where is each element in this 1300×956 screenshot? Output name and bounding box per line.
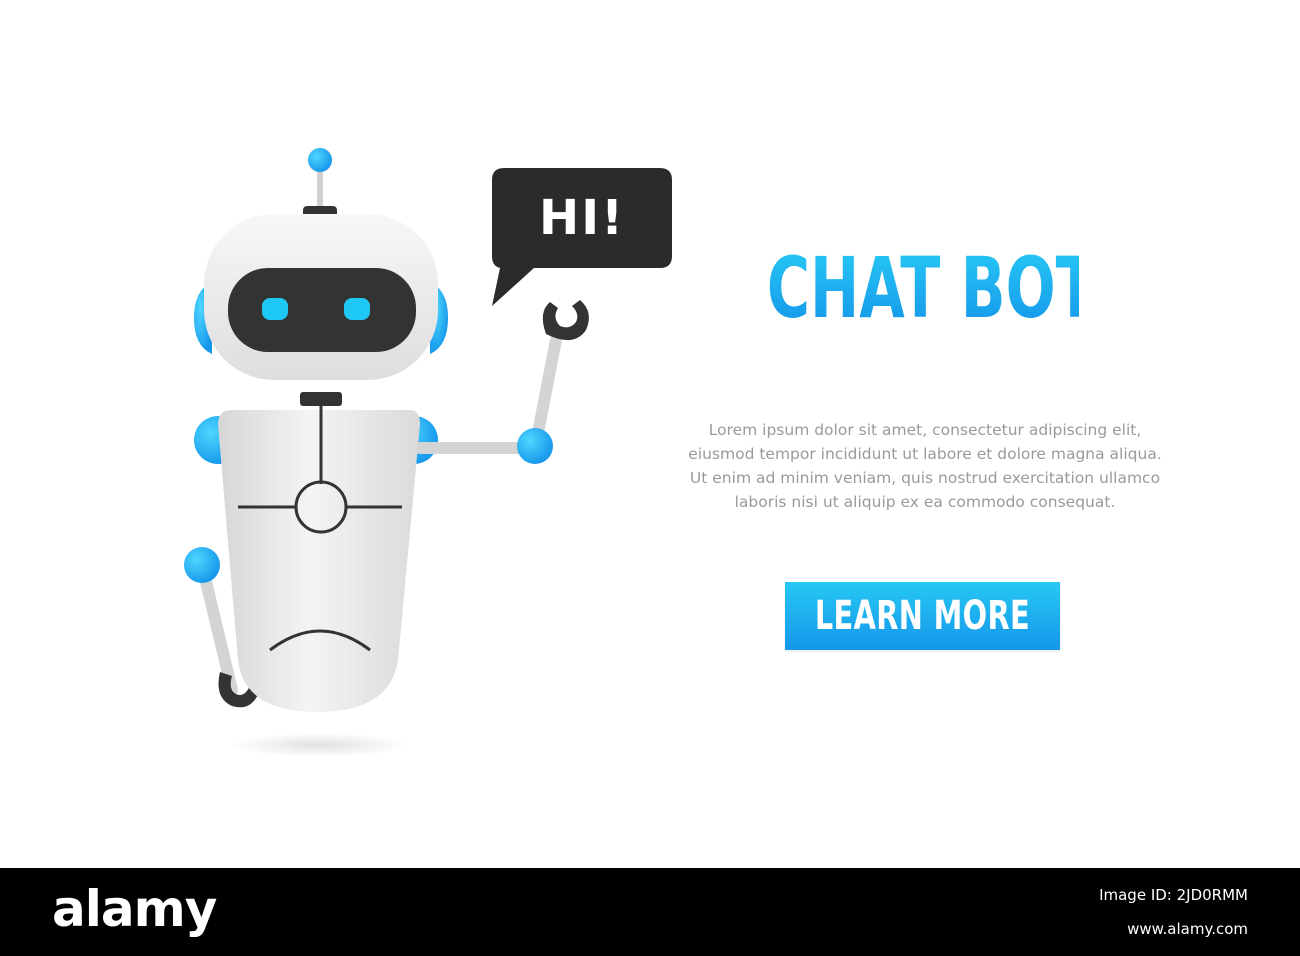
- robot-shadow: [228, 733, 408, 757]
- body-text-line: Lorem ipsum dolor sit amet, consectetur …: [708, 421, 1142, 439]
- right-eye-icon: [344, 298, 370, 320]
- learn-more-button[interactable]: LEARN MORE: [785, 582, 1060, 650]
- site-link[interactable]: www.alamy.com: [1099, 912, 1248, 946]
- alamy-logo[interactable]: alamy: [52, 880, 217, 938]
- chatbot-banner: HI! CHAT BOT Lorem ipsum dolor sit amet,…: [0, 0, 1300, 868]
- left-eye-icon: [262, 298, 288, 320]
- body-text-line: Ut enim ad minim veniam, quis nostrud ex…: [689, 469, 1161, 487]
- page-title: CHAT BOT: [766, 239, 1096, 337]
- body-text-line: eiusmod tempor incididunt ut labore et d…: [688, 445, 1162, 463]
- robot-body: [218, 410, 420, 712]
- robot-face-screen: [228, 268, 416, 352]
- right-claw-icon: [542, 300, 589, 341]
- antenna-icon: [303, 148, 337, 220]
- body-text: Lorem ipsum dolor sit amet, consectetur …: [660, 418, 1190, 514]
- speech-bubble-text: HI!: [539, 190, 625, 246]
- image-id-label: Image ID: 2JD0RMM: [1099, 886, 1248, 904]
- body-text-line: laboris nisi ut aliquip ex ea commodo co…: [734, 493, 1116, 511]
- robot-illustration: [184, 148, 672, 757]
- footer-bar: alamy Image ID: 2JD0RMM www.alamy.com: [0, 868, 1300, 956]
- learn-more-label: LEARN MORE: [814, 593, 1031, 639]
- footer-meta: Image ID: 2JD0RMM www.alamy.com: [1099, 878, 1248, 946]
